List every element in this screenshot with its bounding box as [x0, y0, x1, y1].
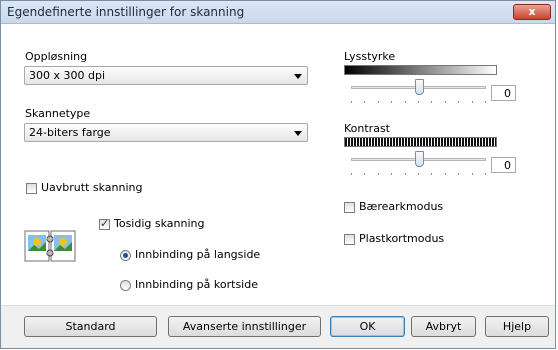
tick-mark — [364, 101, 365, 103]
resolution-label: Oppløsning — [25, 50, 88, 63]
tick-mark — [445, 173, 446, 175]
tick-mark — [364, 173, 365, 175]
button-bar: Standard Avanserte innstillinger OK Avbr… — [1, 305, 555, 348]
cancel-button[interactable]: Avbryt — [411, 316, 476, 337]
help-button[interactable]: Hjelp — [485, 316, 549, 337]
book-binding-icon — [24, 230, 76, 262]
plastic-card-label: Plastkortmodus — [359, 232, 445, 245]
tick-mark — [458, 101, 459, 103]
plastic-card-checkbox[interactable] — [344, 234, 355, 245]
scantype-label: Skannetype — [25, 107, 91, 120]
brightness-slider[interactable] — [414, 79, 424, 95]
binding-short-radio[interactable] — [120, 280, 131, 291]
contrast-slider[interactable] — [414, 151, 424, 167]
tick-mark — [405, 173, 406, 175]
tick-mark — [378, 101, 379, 103]
brightness-value: 0 — [504, 87, 511, 100]
advanced-settings-button[interactable]: Avanserte innstillinger — [168, 316, 321, 337]
tick-mark — [351, 173, 352, 175]
tick-mark — [472, 173, 473, 175]
continuous-scan-checkbox[interactable] — [26, 183, 37, 194]
title-bar: Egendefinerte innstillinger for skanning… — [1, 1, 555, 24]
brightness-label: Lysstyrke — [344, 50, 396, 63]
continuous-scan-label: Uavbrutt skanning — [41, 181, 143, 194]
tick-mark — [485, 173, 486, 175]
ok-button[interactable]: OK — [330, 316, 405, 337]
resolution-select[interactable]: 300 x 300 dpi — [24, 66, 308, 85]
binding-short-label: Innbinding på kortside — [135, 278, 258, 291]
two-sided-scan-checkbox[interactable] — [99, 217, 110, 230]
window-title: Egendefinerte innstillinger for skanning — [7, 5, 245, 19]
tick-mark — [418, 173, 419, 175]
tick-mark — [391, 173, 392, 175]
tick-mark — [485, 101, 486, 103]
tick-mark — [391, 101, 392, 103]
chevron-down-icon — [294, 131, 302, 136]
standard-button[interactable]: Standard — [24, 316, 157, 337]
scantype-value: 24-biters farge — [29, 126, 111, 139]
brightness-gradient — [344, 65, 497, 75]
contrast-value: 0 — [504, 159, 511, 172]
tick-mark — [472, 101, 473, 103]
tick-mark — [431, 101, 432, 103]
tick-mark — [378, 173, 379, 175]
tick-mark — [351, 101, 352, 103]
tick-mark — [431, 173, 432, 175]
scantype-select[interactable]: 24-biters farge — [24, 123, 308, 142]
tick-mark — [445, 101, 446, 103]
dialog-body: Oppløsning 300 x 300 dpi Skannetype 24-b… — [1, 24, 555, 348]
close-button[interactable]: x — [513, 4, 551, 20]
chevron-down-icon — [294, 74, 302, 79]
tick-mark — [418, 101, 419, 103]
tick-mark — [458, 173, 459, 175]
brightness-ticks — [351, 101, 486, 103]
tick-mark — [405, 101, 406, 103]
carrier-sheet-checkbox[interactable] — [344, 202, 355, 213]
contrast-input[interactable]: 0 — [491, 157, 516, 173]
two-sided-scan-label: Tosidig skanning — [114, 217, 205, 230]
contrast-label: Kontrast — [344, 122, 390, 135]
contrast-ticks — [351, 173, 486, 175]
brightness-input[interactable]: 0 — [491, 85, 516, 101]
contrast-pattern — [344, 137, 497, 147]
binding-long-radio[interactable] — [120, 250, 131, 261]
carrier-sheet-label: Bærearkmodus — [359, 200, 444, 213]
resolution-value: 300 x 300 dpi — [29, 69, 106, 82]
scan-settings-dialog: Egendefinerte innstillinger for skanning… — [0, 0, 556, 349]
binding-long-label: Innbinding på langside — [135, 248, 261, 261]
